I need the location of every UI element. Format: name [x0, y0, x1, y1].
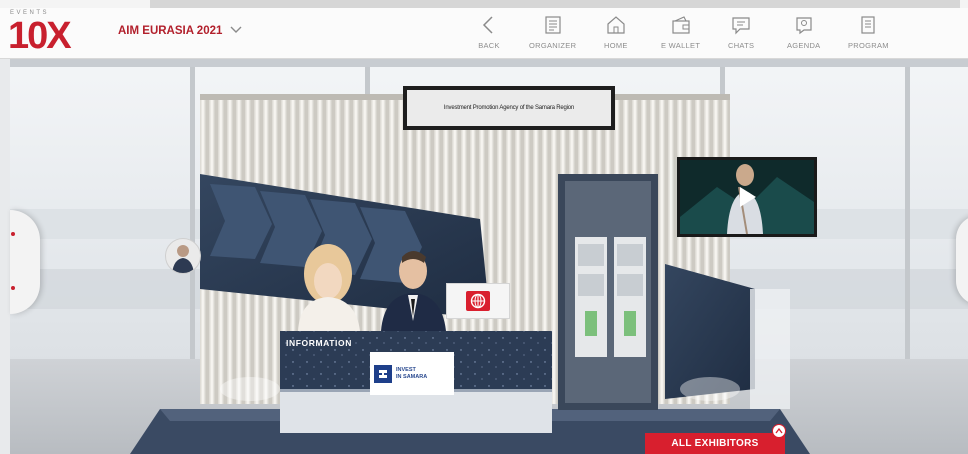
samara-logo-icon	[374, 364, 392, 383]
play-icon[interactable]	[734, 184, 760, 215]
top-strip	[0, 0, 968, 8]
nav-ewallet-button[interactable]: E WALLET	[661, 10, 700, 56]
nav-agenda-label: AGENDA	[787, 41, 821, 50]
booth-video-player[interactable]	[677, 157, 817, 237]
back-chevron-icon	[478, 14, 500, 36]
nav-organizer-button[interactable]: ORGANIZER	[529, 10, 576, 56]
info-desk-label: INFORMATION	[286, 338, 352, 348]
chat-icon	[730, 14, 752, 36]
invest-logo-line2: IN SAMARA	[396, 373, 428, 380]
home-icon	[605, 14, 627, 36]
wallet-icon	[670, 14, 692, 36]
booth-banner-text: Investment Promotion Agency of the Samar…	[443, 105, 575, 111]
header-bar: EVENTS 10X AIM EURASIA 2021 BACK ORGANIZ…	[0, 8, 968, 59]
logo-10x-mark: 10X	[8, 15, 72, 57]
nav-program-label: PROGRAM	[848, 41, 889, 50]
agenda-icon	[793, 14, 815, 36]
events10x-logo[interactable]: EVENTS 10X	[8, 8, 86, 58]
nav-home-button[interactable]: HOME	[604, 10, 628, 56]
globe-icon	[466, 291, 490, 311]
nav-organizer-label: ORGANIZER	[529, 41, 577, 50]
all-exhibitors-button[interactable]: ALL EXHIBITORS	[645, 433, 785, 454]
person-icon	[172, 245, 194, 273]
booth-representative-avatar[interactable]	[165, 238, 201, 274]
nav-back-button[interactable]: BACK	[478, 10, 500, 56]
nav-home-label: HOME	[604, 41, 628, 50]
arrow-dot	[11, 232, 15, 236]
website-link-button[interactable]	[446, 283, 510, 319]
nav-agenda-button[interactable]: AGENDA	[787, 10, 820, 56]
program-icon	[857, 14, 879, 36]
all-exhibitors-badge[interactable]	[772, 424, 786, 438]
chevron-up-icon	[775, 428, 783, 434]
nav-back-label: BACK	[478, 41, 500, 50]
nav-chats-button[interactable]: CHATS	[728, 10, 754, 56]
invest-logo-line1: INVEST	[396, 366, 416, 373]
top-strip-bar	[150, 0, 960, 8]
chevron-down-icon	[230, 25, 242, 37]
invest-in-samara-logo[interactable]: INVEST IN SAMARA	[370, 352, 454, 395]
previous-booth-button[interactable]	[10, 210, 40, 314]
event-name: AIM EURASIA 2021	[118, 25, 223, 37]
nav-ewallet-label: E WALLET	[661, 41, 701, 50]
nav-chats-label: CHATS	[728, 41, 755, 50]
nav-program-button[interactable]: PROGRAM	[848, 10, 889, 56]
organizer-icon	[542, 14, 564, 36]
arrow-dot	[11, 286, 15, 290]
event-selector[interactable]: AIM EURASIA 2021	[118, 25, 242, 37]
next-booth-button[interactable]	[956, 215, 968, 305]
booth-banner-sign: Investment Promotion Agency of the Samar…	[403, 86, 615, 130]
